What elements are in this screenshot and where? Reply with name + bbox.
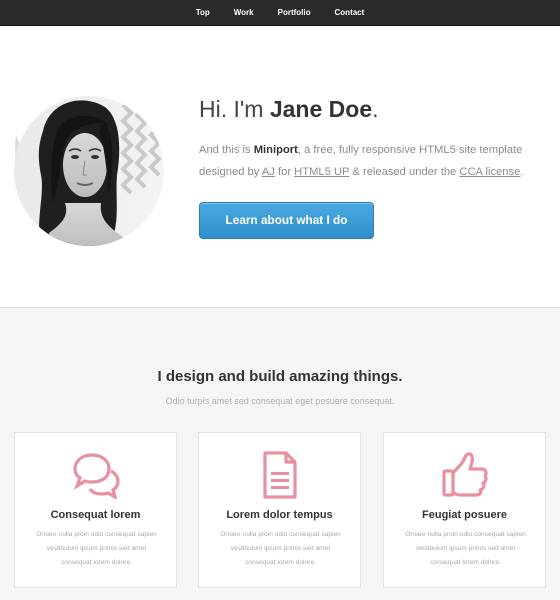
desc-text-1: And this is bbox=[199, 144, 254, 156]
card-text: Ornare nulla proin odio consequat sapien… bbox=[405, 531, 526, 566]
brand-name: Miniport bbox=[253, 144, 298, 156]
nav-link-portfolio[interactable]: Portfolio bbox=[266, 0, 323, 26]
card-text: Ornare nulla proin odio consequat sapien… bbox=[220, 531, 341, 566]
learn-more-button[interactable]: Learn about what I do bbox=[199, 202, 374, 239]
profile-portrait-image bbox=[14, 96, 164, 246]
feature-card: Lorem dolor tempus Ornare nulla proin od… bbox=[198, 432, 361, 588]
license-link[interactable]: CCA license bbox=[459, 166, 520, 178]
hero-headline: Hi. I'm Jane Doe. bbox=[199, 96, 379, 123]
work-section: I design and build amazing things. Odio … bbox=[0, 308, 560, 600]
feature-card: Feugiat posuere Ornare nulla proin odio … bbox=[383, 432, 546, 588]
desc-text-4: & released under the bbox=[349, 166, 460, 178]
speech-bubbles-icon bbox=[72, 453, 120, 499]
thumbs-up-icon bbox=[441, 452, 488, 497]
nav-link-top[interactable]: Top bbox=[184, 0, 222, 26]
desc-text-5: . bbox=[520, 166, 524, 178]
greeting-text: Hi. I'm bbox=[199, 96, 270, 122]
feature-card: Consequat lorem Ornare nulla proin odio … bbox=[14, 432, 177, 588]
card-title: Consequat lorem bbox=[50, 509, 141, 521]
work-heading: I design and build amazing things. bbox=[157, 368, 403, 385]
card-title: Lorem dolor tempus bbox=[226, 509, 333, 521]
card-title: Feugiat posuere bbox=[422, 509, 507, 521]
hero-description: And this is Miniport, a free, fully resp… bbox=[199, 139, 544, 183]
hero-section: Hi. I'm Jane Doe. And this is Miniport, … bbox=[0, 26, 560, 308]
document-icon bbox=[262, 451, 297, 499]
person-name: Jane Doe bbox=[269, 96, 373, 122]
author-link[interactable]: AJ bbox=[262, 166, 275, 178]
headline-period: . bbox=[372, 96, 379, 122]
html5up-link[interactable]: HTML5 UP bbox=[294, 166, 349, 178]
work-subheading: Odio turpis amet sed consequat eget posu… bbox=[165, 396, 395, 406]
nav-menu: Top Work Portfolio Contact bbox=[0, 0, 560, 26]
card-text: Ornare nulla proin odio consequat sapien… bbox=[36, 531, 157, 566]
nav-link-contact[interactable]: Contact bbox=[323, 0, 377, 26]
desc-text-3: for bbox=[274, 166, 295, 178]
nav-link-work[interactable]: Work bbox=[222, 0, 266, 26]
top-navbar: Top Work Portfolio Contact bbox=[0, 0, 560, 26]
